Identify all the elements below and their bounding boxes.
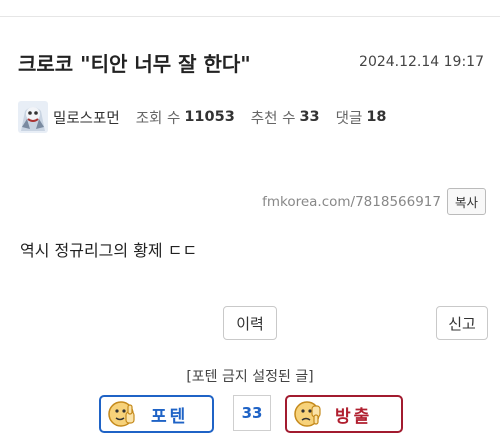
author-name[interactable]: 밀로스포먼 xyxy=(53,107,120,128)
recommend-count: 33 xyxy=(299,109,320,125)
recommend-label: 추천 수 xyxy=(250,110,296,127)
comments-count[interactable]: 18 xyxy=(366,109,386,125)
thumbs-up-face-icon xyxy=(107,399,137,429)
post-body: 역시 정규리그의 황제 ㄷㄷ xyxy=(20,241,198,260)
history-button[interactable]: 이력 xyxy=(223,306,277,340)
copy-button[interactable]: 복사 xyxy=(446,188,486,215)
downvote-label: 방출 xyxy=(335,406,373,427)
views-label: 조회 수 xyxy=(135,110,181,127)
vote-notice: [포텐 금지 설정된 글] xyxy=(186,369,314,385)
upvote-label: 포텐 xyxy=(151,406,189,427)
upvote-button[interactable]: 포텐 xyxy=(99,395,214,433)
source-url[interactable]: fmkorea.com/7818566917 xyxy=(262,194,441,210)
thumbs-down-face-icon xyxy=(293,399,323,429)
comments-label: 댓글 xyxy=(335,110,363,127)
post-meta: 밀로스포먼 조회 수 11053 추천 수 33 댓글 18 xyxy=(18,100,403,134)
vote-count: 33 xyxy=(233,395,271,431)
top-divider xyxy=(0,16,500,17)
avatar-icon[interactable] xyxy=(18,101,48,133)
post-date: 2024.12.14 19:17 xyxy=(359,54,484,70)
post-header: 크로코 "티안 너무 잘 한다" 2024.12.14 19:17 xyxy=(14,48,486,78)
source-link-row: fmkorea.com/7818566917 복사 xyxy=(262,188,486,215)
report-button[interactable]: 신고 xyxy=(436,306,488,340)
views-count: 11053 xyxy=(184,109,235,125)
downvote-button[interactable]: 방출 xyxy=(285,395,403,433)
post-title: 크로코 "티안 너무 잘 한다" xyxy=(18,52,251,76)
